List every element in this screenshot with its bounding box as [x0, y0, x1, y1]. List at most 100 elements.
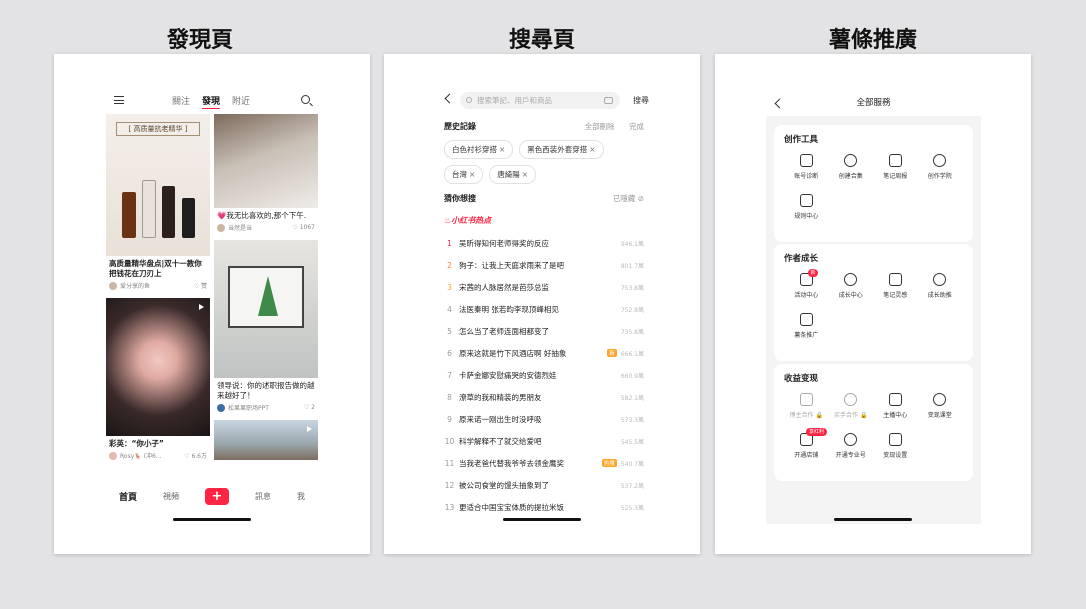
service-item[interactable]: 主播中心 [873, 393, 918, 433]
close-icon[interactable]: × [522, 170, 528, 179]
avatar[interactable] [109, 451, 117, 460]
note-card[interactable] [214, 420, 318, 460]
avatar[interactable] [217, 223, 225, 232]
hidden-toggle[interactable]: 已隱藏 ⊘ [613, 193, 644, 204]
hot-topic-item[interactable]: 7 卡萨金娜安慰痛哭的安德烈娃 660.9萬 [444, 364, 644, 386]
delete-all-button[interactable]: 全部刪除 [585, 122, 615, 131]
service-item[interactable]: 买手合作 🔒 [829, 393, 874, 433]
service-item[interactable]: 笔记灵感 [873, 273, 918, 313]
guess-label: 猜你想搜 [444, 194, 476, 203]
like-icon[interactable]: ♡ 1067 [292, 224, 315, 231]
service-item[interactable]: 博主合作 🔒 [784, 393, 829, 433]
service-item[interactable]: 成长中心 [829, 273, 874, 313]
note-card[interactable]: 💗我无比喜欢的,那个下午. 当然是当 ♡ 1067 [214, 114, 318, 235]
hot-topic-item[interactable]: 12 被公司食堂的馒头抽象到了 537.2萬 [444, 474, 644, 496]
search-button[interactable]: 搜尋 [633, 92, 649, 109]
service-item[interactable]: 薯条推广 [784, 313, 829, 353]
hot-topic-item[interactable]: 5 怎么当了老师连面相都变了 735.8萬 [444, 320, 644, 342]
feed-column-left: [ 高质量抗老精华 ] 高质量精华盘点|双十一教你把钱花在刀刃上 爱分享的鱼 ♡… [106, 114, 210, 468]
service-item[interactable]: 创作学院 [918, 154, 963, 194]
note-author[interactable]: 松果果职场PPT [228, 403, 304, 412]
like-icon[interactable]: ♡ 6.6万 [184, 451, 207, 460]
hot-topic-count: 582.1萬 [620, 394, 644, 402]
back-icon[interactable] [774, 98, 785, 109]
history-actions: 全部刪除 完成 [585, 121, 644, 132]
tab-nearby[interactable]: 附近 [232, 94, 250, 109]
hot-topic-item[interactable]: 10 科学解释不了就交给爱吧 545.5萬 [444, 430, 644, 452]
service-item[interactable]: 变现设置 [873, 433, 918, 473]
publish-button[interactable]: + [204, 487, 229, 505]
close-icon[interactable]: × [499, 145, 505, 154]
note-card[interactable]: 彩英：“你小子” Rosy🦌 (冲6... ♡ 6.6万 [106, 298, 210, 463]
hot-topic-item[interactable]: 3 宋茜的人脉居然是芭莎总监 753.8萬 [444, 276, 644, 298]
tab-discover[interactable]: 發現 [202, 94, 221, 109]
hot-topic-item[interactable]: 6 原来这就是竹下风酒店啊 好抽象 新 666.1萬 [444, 342, 644, 364]
history-chip[interactable]: 台灣 × [444, 165, 484, 184]
promo-page-title: 薯條推廣 [828, 28, 917, 53]
bottom-nav: 首頁 視頻 + 訊息 我 [106, 487, 318, 505]
service-grid: 账号诊断 创建合集 笔记周报 创作学院规则中心 [784, 154, 963, 234]
back-icon[interactable] [444, 93, 455, 104]
hot-topic-count: 525.3萬 [620, 504, 644, 512]
service-group: 作者成长新活动中心 成长中心 笔记灵感 成长助推 薯条推广 [774, 244, 973, 361]
like-icon[interactable]: ♡ 2 [304, 404, 315, 411]
menu-icon[interactable] [114, 96, 124, 104]
done-button[interactable]: 完成 [629, 122, 644, 131]
promo-icon [799, 313, 813, 326]
collection-icon [844, 154, 858, 167]
nav-me[interactable]: 我 [297, 491, 305, 502]
hot-topic-item[interactable]: 4 法医秦明 张若昀李现顶峰相见 752.8萬 [444, 298, 644, 320]
hot-topic-item[interactable]: 1 吴昕得知何老师得奖的反应 946.1萬 [444, 232, 644, 254]
nav-home[interactable]: 首頁 [119, 490, 137, 503]
nav-messages[interactable]: 訊息 [255, 491, 271, 502]
hot-topics-list: 1 吴昕得知何老师得奖的反应 946.1萬 2 狗子：让我上天庭求雨来了是吧 801.7萬… [444, 232, 644, 518]
note-card[interactable]: 领导说：你的述职报告做的越来越好了！ 松果果职场PPT ♡ 2 [214, 240, 318, 415]
service-item[interactable]: 创建合集 [829, 154, 874, 194]
bottle-image [122, 192, 136, 238]
history-chip[interactable]: 唐綺陽 × [489, 165, 537, 184]
service-item[interactable]: 开通专业号 [829, 433, 874, 473]
search-icon[interactable] [301, 95, 310, 104]
service-item[interactable]: 笔记周报 [873, 154, 918, 194]
note-meta: Rosy🦌 (冲6... ♡ 6.6万 [106, 451, 210, 463]
home-indicator [834, 518, 912, 521]
hot-topic-text: 宋茜的人脉居然是芭莎总监 [459, 282, 549, 292]
hot-topic-item[interactable]: 9 原来诺一刚出生时没呼吸 573.3萬 [444, 408, 644, 430]
guess-header: 猜你想搜 已隱藏 ⊘ [444, 193, 644, 204]
search-input[interactable]: 搜索筆記、用戶和商品 [460, 92, 620, 109]
note-card[interactable]: [ 高质量抗老精华 ] 高质量精华盘点|双十一教你把钱花在刀刃上 爱分享的鱼 ♡… [106, 114, 210, 293]
avatar[interactable] [217, 403, 225, 412]
like-icon[interactable]: ♡ 赞 [194, 281, 207, 290]
service-item[interactable]: 享红利 开通店铺 [784, 428, 829, 473]
anchor-icon [888, 393, 902, 406]
services-content: 全部服務 创作工具 账号诊断 创建合集 笔记周报 创作学院 规则中心 作者成长新活动中心 成长… [766, 90, 981, 524]
history-chip[interactable]: 白色衬衫穿搭 × [444, 140, 514, 159]
service-item[interactable]: 成长助推 [918, 273, 963, 313]
service-item[interactable]: 规则中心 [784, 194, 829, 234]
close-icon[interactable]: × [589, 145, 595, 154]
tab-follow[interactable]: 關注 [172, 94, 190, 109]
note-cover-portrait [106, 298, 210, 436]
note-author[interactable]: 当然是当 [228, 223, 292, 232]
discover-screen: 關注 發現 附近 [ 高质量抗老精华 ] 高质量精华盘点|双十一教你把钱花在刀刃… [54, 54, 370, 554]
hot-topic-item[interactable]: 2 狗子：让我上天庭求雨来了是吧 801.7萬 [444, 254, 644, 276]
search-icon [466, 97, 472, 103]
camera-icon[interactable] [604, 97, 613, 104]
service-item[interactable]: 新活动中心 [784, 269, 829, 313]
service-item-label: 活动中心 [794, 292, 819, 299]
note-author[interactable]: 爱分享的鱼 [120, 281, 194, 290]
close-icon[interactable]: × [469, 170, 475, 179]
note-author[interactable]: Rosy🦌 (冲6... [120, 451, 184, 460]
avatar[interactable] [109, 281, 117, 290]
hot-topic-count: 545.5萬 [620, 438, 644, 446]
hot-topic-item[interactable]: 13 更适合中国宝宝体质的提拉米饭 525.3萬 [444, 496, 644, 518]
service-item[interactable]: 账号诊断 [784, 154, 829, 194]
service-item[interactable]: 变现课堂 [918, 393, 963, 433]
nav-video[interactable]: 視頻 [163, 491, 179, 502]
like-count: 赞 [200, 283, 207, 290]
history-chip[interactable]: 黑色西装外套穿搭 × [519, 140, 604, 159]
feed-column-right: 💗我无比喜欢的,那个下午. 当然是当 ♡ 1067 领导说：你的述职报告做的越来… [214, 114, 318, 465]
hot-topic-item[interactable]: 11 当我老爸代替我爷爷去领金鹰奖 热搜 540.7萬 [444, 452, 644, 474]
hot-topic-item[interactable]: 8 潦草的我和精装的男朋友 582.1萬 [444, 386, 644, 408]
note-title: 高质量精华盘点|双十一教你把钱花在刀刃上 [109, 259, 202, 278]
